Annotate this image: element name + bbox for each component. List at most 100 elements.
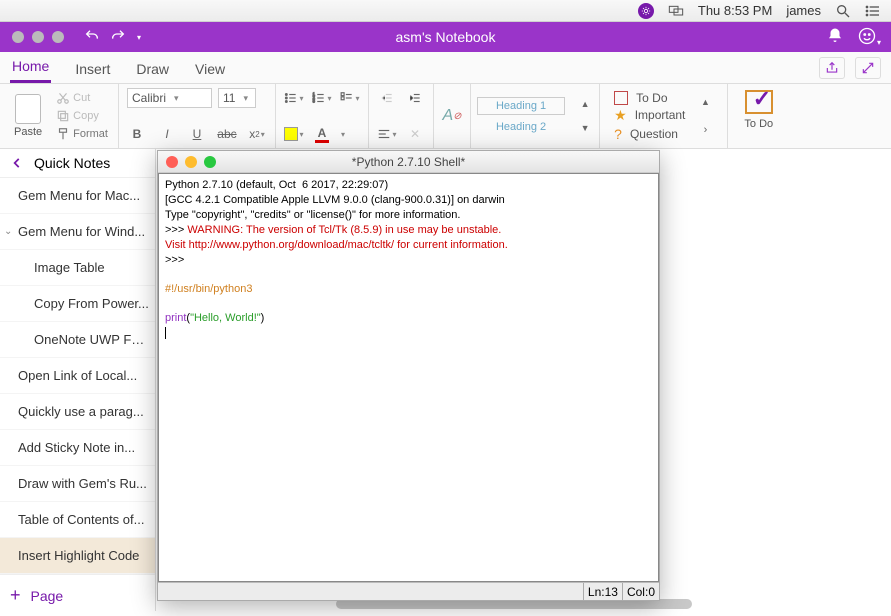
page-sidebar: Quick Notes Gem Menu for Mac... ⌄ Gem Menu… (0, 149, 156, 611)
account-icon[interactable]: ▾ (858, 27, 881, 48)
sidebar-item[interactable]: Table of Contents of... (0, 502, 155, 538)
sidebar-item[interactable]: OneNote UWP Fu... (0, 322, 155, 358)
question-icon: ? (614, 126, 622, 142)
sidebar-item-label: Image Table (34, 260, 105, 275)
tags-scroll-up[interactable]: ▲ (695, 92, 715, 112)
idle-col-indicator: Col: 0 (622, 583, 659, 600)
idle-window-title: *Python 2.7.10 Shell* (352, 155, 465, 169)
sidebar-item[interactable]: Image Table (0, 250, 155, 286)
notebook-title: asm's Notebook (396, 29, 496, 45)
idle-zoom-button[interactable] (204, 156, 216, 168)
chevron-icon: ⌄ (4, 226, 14, 237)
add-page-button[interactable]: + Page (0, 574, 155, 616)
idle-close-button[interactable] (166, 156, 178, 168)
notifications-icon[interactable] (826, 27, 844, 48)
paste-label: Paste (14, 126, 42, 138)
sidebar-item-label: Open Link of Local... (18, 368, 137, 383)
svg-text:3: 3 (313, 99, 316, 104)
align-button[interactable]: ▾ (377, 124, 397, 144)
cut-button[interactable]: Cut (54, 90, 110, 106)
sidebar-item[interactable]: Add Sticky Note in... (0, 430, 155, 466)
checklist-button[interactable]: ▾ (340, 88, 360, 108)
displays-icon[interactable] (668, 3, 684, 19)
macos-menubar: Thu 8:53 PM james (0, 0, 891, 22)
sidebar-item[interactable]: Gem Menu for Mac... (0, 178, 155, 214)
window-titlebar: ▾ asm's Notebook ▾ (0, 22, 891, 52)
close-window-button[interactable] (12, 31, 24, 43)
font-color-button[interactable]: A (312, 124, 332, 144)
menu-list-icon[interactable] (865, 3, 881, 19)
tags-gallery[interactable]: To Do ★Important ?Question (608, 89, 691, 144)
checkbox-icon (614, 91, 628, 105)
tab-draw[interactable]: Draw (134, 55, 171, 83)
styles-scroll-up[interactable]: ▲ (575, 94, 595, 114)
undo-button[interactable] (84, 28, 100, 47)
numbering-button[interactable]: 123▾ (312, 88, 332, 108)
styles-scroll-down[interactable]: ▼ (575, 118, 595, 138)
fullscreen-button[interactable] (855, 57, 881, 79)
redo-button[interactable] (110, 28, 126, 47)
idle-shell-window: *Python 2.7.10 Shell* Python 2.7.10 (def… (157, 150, 660, 601)
sidebar-item[interactable]: Insert Highlight Code (0, 538, 155, 574)
todo-checkbox-icon (745, 90, 773, 114)
window-controls (0, 31, 64, 43)
clipboard-icon (15, 94, 41, 124)
paste-button[interactable]: Paste (8, 92, 48, 140)
sidebar-item[interactable]: Open Link of Local... (0, 358, 155, 394)
idle-minimize-button[interactable] (185, 156, 197, 168)
tag-todo[interactable]: To Do (614, 91, 685, 105)
sidebar-header[interactable]: Quick Notes (0, 149, 155, 178)
spotlight-icon[interactable] (835, 3, 851, 19)
italic-button[interactable]: I (157, 124, 177, 144)
ribbon-tabs: Home Insert Draw View (0, 52, 891, 84)
share-button[interactable] (819, 57, 845, 79)
plus-icon: + (10, 585, 21, 606)
underline-button[interactable]: U (187, 124, 207, 144)
idle-shell-body[interactable]: Python 2.7.10 (default, Oct 6 2017, 22:2… (158, 173, 659, 582)
tab-home[interactable]: Home (10, 52, 51, 83)
styles-gallery[interactable]: Heading 1 Heading 2 (471, 95, 571, 138)
font-name-select[interactable]: Calibri▾ (127, 88, 212, 108)
sidebar-item-label: Quickly use a parag... (18, 404, 144, 419)
sidebar-item[interactable]: Copy From Power... (0, 286, 155, 322)
zoom-window-button[interactable] (52, 31, 64, 43)
highlight-button[interactable]: ▾ (284, 124, 304, 144)
strikethrough-button[interactable]: abc (217, 124, 237, 144)
sidebar-item-label: Gem Menu for Wind... (18, 224, 145, 239)
tags-more[interactable]: › (695, 120, 715, 140)
tab-view[interactable]: View (193, 55, 227, 83)
sidebar-item-label: OneNote UWP Fu... (34, 332, 149, 347)
sidebar-item[interactable]: ⌄ Gem Menu for Wind... (0, 214, 155, 250)
copy-button[interactable]: Copy (54, 108, 110, 124)
indent-button[interactable] (405, 88, 425, 108)
subscript-button[interactable]: x2▾ (247, 124, 267, 144)
sidebar-item-label: Insert Highlight Code (18, 548, 139, 563)
clear-formatting-button[interactable]: ✕ (405, 124, 425, 144)
section-title: Quick Notes (34, 155, 110, 171)
minimize-window-button[interactable] (32, 31, 44, 43)
style-heading1[interactable]: Heading 1 (477, 97, 565, 115)
format-painter-button[interactable]: Format (54, 126, 110, 142)
undo-history-dropdown[interactable]: ▾ (137, 33, 141, 42)
sidebar-item[interactable]: Draw with Gem's Ru... (0, 466, 155, 502)
bold-button[interactable]: B (127, 124, 147, 144)
idle-titlebar[interactable]: *Python 2.7.10 Shell* (158, 151, 659, 173)
todo-button[interactable]: To Do (736, 88, 781, 132)
sidebar-item-label: Gem Menu for Mac... (18, 188, 140, 203)
style-heading2[interactable]: Heading 2 (477, 118, 565, 136)
font-size-select[interactable]: 11▾ (218, 88, 256, 108)
outdent-button[interactable] (377, 88, 397, 108)
sidebar-item[interactable]: Quickly use a parag... (0, 394, 155, 430)
tag-question[interactable]: ?Question (614, 126, 685, 142)
tab-insert[interactable]: Insert (73, 55, 112, 83)
menubar-user[interactable]: james (786, 3, 821, 18)
menubar-time[interactable]: Thu 8:53 PM (698, 3, 772, 18)
bullets-button[interactable]: ▾ (284, 88, 304, 108)
tag-important[interactable]: ★Important (614, 107, 685, 124)
idle-line-indicator: Ln: 13 (583, 583, 622, 600)
styles-clear-button[interactable]: A⊘ (442, 106, 462, 126)
sidebar-item-label: Table of Contents of... (18, 512, 144, 527)
ribbon: Paste Cut Copy Format Calibri▾ 11▾ B I U… (0, 84, 891, 149)
idle-statusbar: Ln: 13 Col: 0 (158, 582, 659, 600)
onenote-menubar-icon[interactable] (638, 3, 654, 19)
